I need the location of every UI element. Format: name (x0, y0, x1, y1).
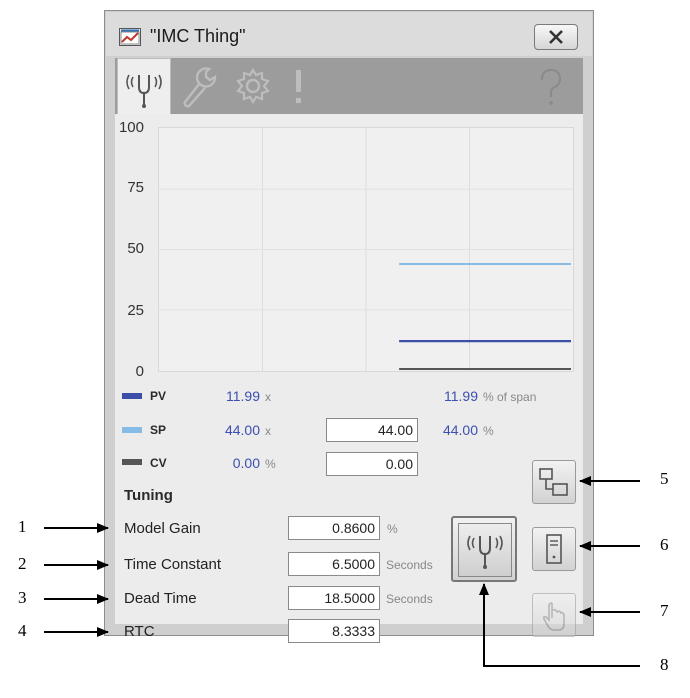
trend-chart (158, 127, 574, 372)
cv-entry-field[interactable]: 0.00 (326, 452, 418, 476)
pv-swatch (122, 393, 142, 399)
tab-help[interactable] (520, 58, 580, 114)
sp-unit: x (265, 424, 271, 438)
sp-entry-field[interactable]: 44.00 (326, 418, 418, 442)
question-icon (541, 68, 562, 105)
cv-unit: % (265, 457, 276, 471)
cv-swatch (122, 459, 142, 465)
sp-swatch (122, 427, 142, 433)
y-tick-label: 75 (127, 179, 144, 196)
tuning-button[interactable] (451, 516, 517, 582)
time-constant-field[interactable]: 6.5000 (288, 552, 380, 576)
tuning-header: Tuning (124, 487, 173, 504)
y-tick-label: 25 (127, 302, 144, 319)
window-title: "IMC Thing" (150, 26, 246, 46)
tab-alarms[interactable] (280, 58, 330, 114)
dead-time-field[interactable]: 18.5000 (288, 586, 380, 610)
model-gain-unit: % (387, 522, 398, 536)
close-icon (549, 30, 563, 44)
time-constant-unit: Seconds (386, 558, 433, 572)
dead-time-label: Dead Time (124, 590, 197, 607)
faceplate-nav-button[interactable] (532, 460, 576, 504)
y-tick-label: 50 (127, 240, 144, 257)
callout-1: 1 (18, 517, 27, 536)
dead-time-unit: Seconds (386, 592, 433, 606)
time-constant-label: Time Constant (124, 556, 221, 573)
pv-span-value: 11.99 (444, 388, 478, 404)
sp-value: 44.00 (224, 422, 260, 438)
sp-percent-unit: % (483, 424, 494, 438)
callout-4: 4 (18, 621, 27, 640)
callout-6: 6 (660, 535, 669, 554)
device-icon (546, 534, 562, 564)
hierarchy-icon (539, 468, 568, 496)
tuning-fork-icon (467, 535, 503, 569)
controller-detail-button[interactable] (532, 527, 576, 571)
pv-span-unit: % of span (483, 390, 537, 404)
callout-8: 8 (660, 655, 669, 674)
trend-plot-area (159, 128, 573, 371)
pv-value: 11.99 (226, 388, 260, 404)
faceplate-icon (119, 28, 141, 46)
hand-pointer-icon (542, 602, 565, 631)
exclamation-icon (296, 70, 301, 103)
rtc-field[interactable]: 8.3333 (288, 619, 380, 643)
y-tick-label: 100 (118, 119, 144, 136)
y-tick-label: 0 (135, 363, 144, 380)
sp-label: SP (150, 423, 167, 437)
tab-configuration[interactable] (228, 58, 278, 114)
gear-icon (236, 67, 270, 105)
pv-unit: x (265, 390, 271, 404)
wrench-icon (183, 67, 217, 108)
callout-7: 7 (660, 601, 669, 620)
tab-operator[interactable] (117, 58, 171, 116)
sp-percent-value: 44.00 (442, 422, 478, 438)
rtc-label: RTC (124, 623, 155, 640)
callout-3: 3 (18, 588, 27, 607)
pv-label: PV (150, 389, 167, 403)
callout-5: 5 (660, 469, 669, 488)
tab-engineering[interactable] (176, 58, 226, 114)
cv-value: 0.00 (232, 455, 260, 471)
tuning-button-face (458, 523, 512, 577)
callout-2: 2 (18, 554, 27, 573)
close-button[interactable] (534, 24, 578, 50)
operator-command-button[interactable] (532, 593, 576, 637)
cv-label: CV (150, 456, 167, 470)
model-gain-field[interactable]: 0.8600 (288, 516, 380, 540)
tuning-fork-icon (126, 74, 162, 108)
model-gain-label: Model Gain (124, 520, 201, 537)
